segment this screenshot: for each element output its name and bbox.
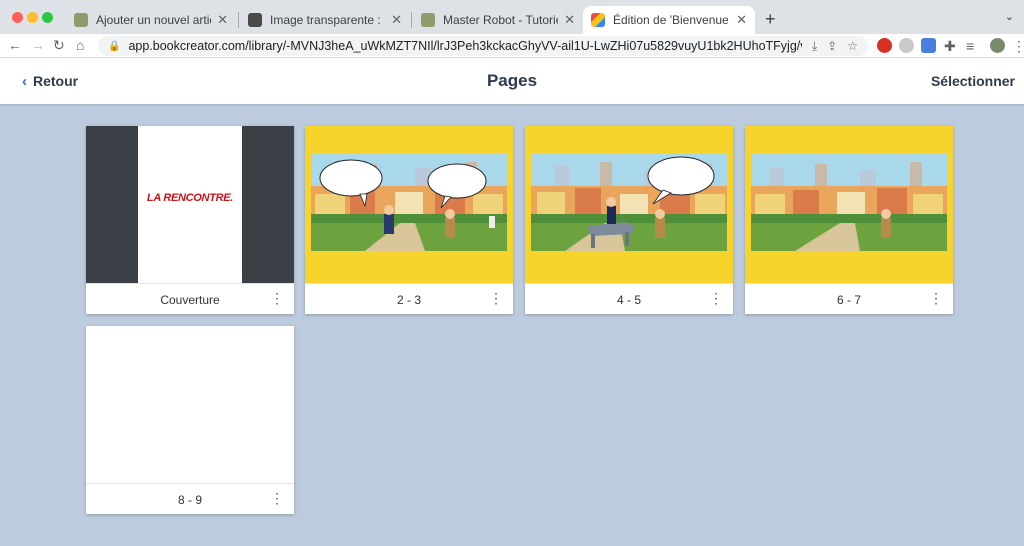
address-bar[interactable]: 🔒 app.bookcreator.com/library/-MVNJ3heA_… [98, 36, 868, 56]
lock-icon: 🔒 [108, 40, 121, 52]
page-title: Pages [486, 71, 538, 90]
yellow-page-background [525, 126, 733, 283]
card-label: 4 - 5 [616, 293, 641, 307]
page-thumbnail[interactable] [305, 126, 513, 283]
select-button[interactable]: Sélectionner [931, 73, 1015, 89]
robot-favicon-icon [74, 13, 88, 27]
card-footer: Couverture ⋮ [86, 283, 294, 314]
card-label: 6 - 7 [836, 293, 861, 307]
card-footer: 2 - 3 ⋮ [305, 283, 513, 314]
more-options-icon[interactable]: ⋮ [929, 291, 943, 305]
book-creator-favicon-icon [591, 13, 605, 27]
graduation-cap-favicon-icon [248, 13, 262, 27]
cover-white-panel [138, 126, 242, 283]
close-tab-icon[interactable]: ✕ [391, 12, 402, 28]
app-header: ‹ Retour Pages Sélectionner [0, 58, 1024, 104]
tab-search-chevron-icon[interactable]: ⌄ [1005, 10, 1014, 23]
maximize-window-button[interactable] [42, 12, 53, 23]
media-queue-icon[interactable]: ≡ [966, 38, 974, 54]
more-options-icon[interactable]: ⋮ [489, 291, 503, 305]
browser-tab-active[interactable]: Édition de 'Bienvenue ! ' pages ✕ [583, 6, 755, 34]
bookmark-star-icon[interactable]: ☆ [847, 39, 858, 54]
comic-scene-illustration [751, 154, 947, 251]
close-tab-icon[interactable]: ✕ [736, 12, 747, 28]
minimize-window-button[interactable] [27, 12, 38, 23]
tab-title: Image transparente : Enlevez le [270, 13, 385, 27]
card-footer: 4 - 5 ⋮ [525, 283, 733, 314]
card-label: Couverture [160, 293, 220, 307]
install-icon[interactable]: ⤓ [812, 39, 817, 54]
cover-title: LA RENCONTRE. [146, 192, 234, 204]
browser-toolbar: ← → ↻ ⌂ 🔒 app.bookcreator.com/library/-M… [0, 34, 1024, 58]
more-options-icon[interactable]: ⋮ [270, 291, 284, 305]
page-card[interactable]: 4 - 5 ⋮ [525, 126, 733, 314]
cover-thumbnail[interactable]: LA RENCONTRE. [86, 126, 294, 283]
tab-separator [411, 12, 412, 28]
url-text: app.bookcreator.com/library/-MVNJ3heA_uW… [128, 39, 801, 53]
card-footer: 6 - 7 ⋮ [745, 283, 953, 314]
browser-menu-icon[interactable]: ⋮ [1012, 38, 1024, 55]
new-tab-button[interactable]: + [765, 9, 776, 30]
extension-icon[interactable] [899, 38, 914, 53]
comic-scene-illustration [311, 154, 507, 251]
close-tab-icon[interactable]: ✕ [564, 12, 575, 28]
comic-scene-illustration [531, 154, 727, 251]
browser-tab[interactable]: Ajouter un nouvel article ‹ Mas ✕ [66, 6, 236, 34]
page-card[interactable]: 6 - 7 ⋮ [745, 126, 953, 314]
yellow-page-background [745, 126, 953, 283]
more-options-icon[interactable]: ⋮ [270, 491, 284, 505]
close-tab-icon[interactable]: ✕ [217, 12, 228, 28]
reload-icon[interactable]: ↻ [53, 37, 65, 54]
cover-dark-panel [86, 126, 138, 283]
card-label: 8 - 9 [177, 493, 202, 507]
forward-arrow-icon[interactable]: → [31, 37, 45, 53]
translate-extension-icon[interactable] [921, 38, 936, 53]
yellow-page-background [305, 126, 513, 283]
browser-tab-bar: Ajouter un nouvel article ‹ Mas ✕ Image … [0, 0, 1024, 34]
browser-tab[interactable]: Master Robot - Tutoriel : Book ✕ [413, 6, 583, 34]
browser-tab[interactable]: Image transparente : Enlevez le ✕ [240, 6, 410, 34]
home-icon[interactable]: ⌂ [76, 37, 84, 53]
cover-dark-panel [242, 126, 294, 283]
profile-avatar[interactable] [990, 38, 1005, 53]
share-icon[interactable]: ⇪ [827, 39, 837, 54]
page-thumbnail[interactable] [525, 126, 733, 283]
more-options-icon[interactable]: ⋮ [709, 291, 723, 305]
back-arrow-icon[interactable]: ← [8, 37, 22, 53]
tab-title: Édition de 'Bienvenue ! ' pages [613, 13, 730, 27]
puzzle-extensions-icon[interactable]: ✚ [944, 38, 956, 55]
card-footer: 8 - 9 ⋮ [86, 483, 294, 514]
page-thumbnail[interactable] [745, 126, 953, 283]
card-label: 2 - 3 [396, 293, 421, 307]
tab-title: Ajouter un nouvel article ‹ Mas [96, 13, 211, 27]
robot-favicon-icon [421, 13, 435, 27]
page-thumbnail-blank[interactable] [86, 326, 294, 483]
page-card[interactable]: 2 - 3 ⋮ [305, 126, 513, 314]
tab-separator [238, 12, 239, 28]
tab-title: Master Robot - Tutoriel : Book [443, 13, 558, 27]
adblock-extension-icon[interactable] [877, 38, 892, 53]
page-card[interactable]: 8 - 9 ⋮ [86, 326, 294, 514]
page-card-cover[interactable]: LA RENCONTRE. Couverture ⋮ [86, 126, 294, 314]
close-window-button[interactable] [12, 12, 23, 23]
